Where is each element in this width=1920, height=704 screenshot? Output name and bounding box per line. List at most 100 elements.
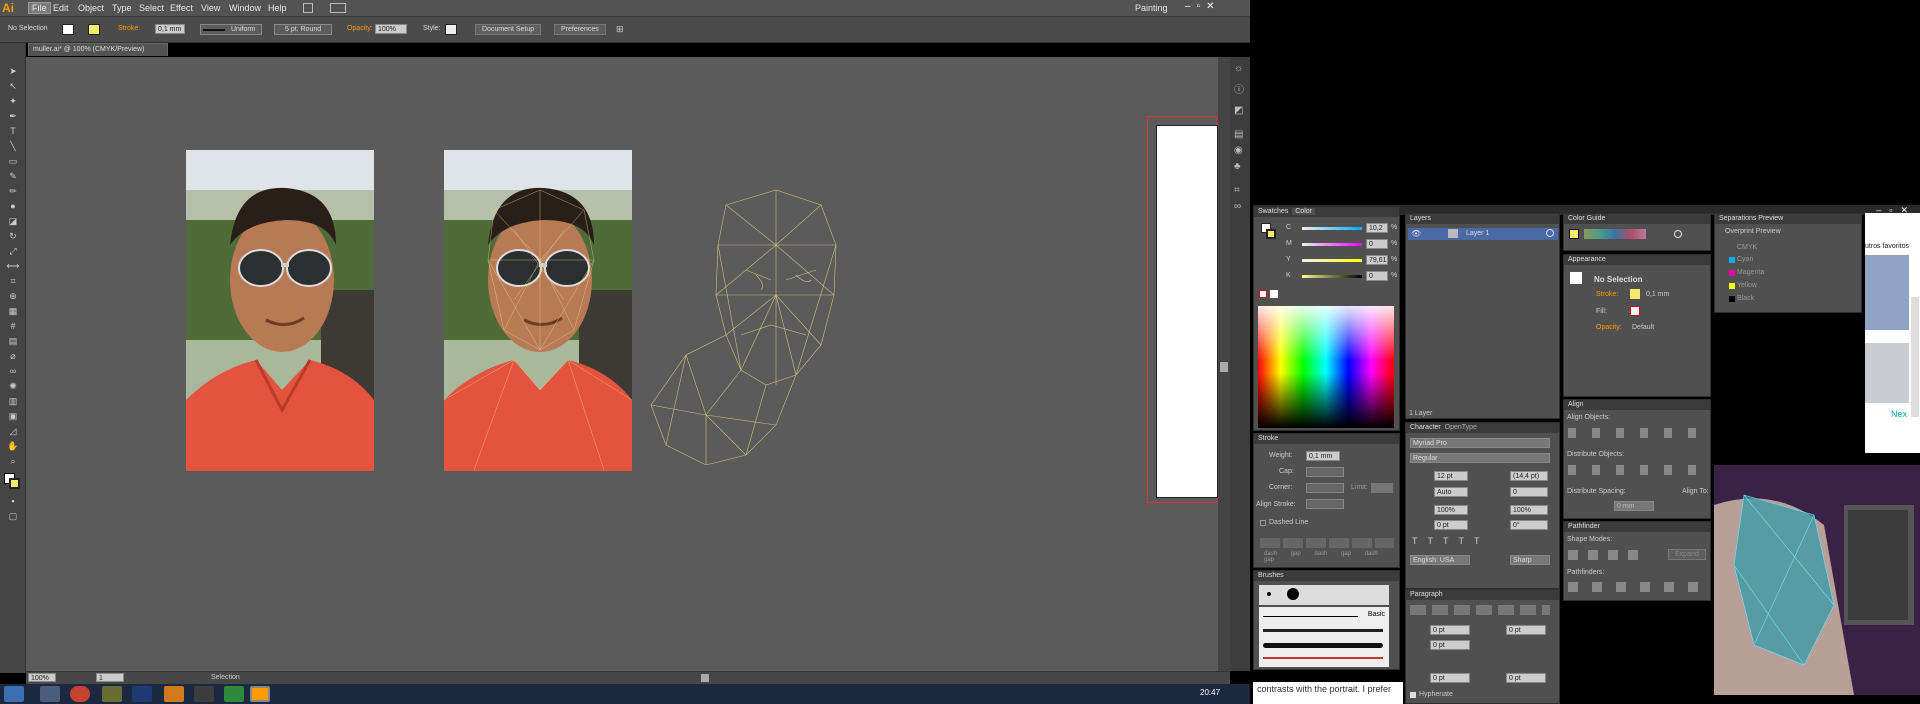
align-objects-buttons[interactable] xyxy=(1568,428,1708,438)
tab-color[interactable]: Color xyxy=(1292,208,1315,215)
none-swatch[interactable] xyxy=(1259,290,1267,298)
opacity-field[interactable]: 100% xyxy=(375,24,407,34)
anti-aliasing-select[interactable]: Sharp xyxy=(1510,555,1550,565)
dash-gap-fields[interactable] xyxy=(1260,538,1394,548)
sep-magenta[interactable]: Magenta xyxy=(1737,269,1764,276)
mesh-tool-icon[interactable]: # xyxy=(6,320,20,332)
zoom-tool-icon[interactable]: ⌕ xyxy=(6,455,20,467)
vlc-icon[interactable] xyxy=(164,686,184,702)
direct-selection-tool-icon[interactable]: ↖ xyxy=(6,80,20,92)
rotate-tool-icon[interactable]: ↻ xyxy=(6,230,20,242)
brightness-icon[interactable]: ☼ xyxy=(1234,63,1243,74)
kerning-field[interactable]: Auto xyxy=(1434,487,1468,497)
line-tool-icon[interactable]: ╲ xyxy=(6,140,20,152)
photoshop-icon[interactable] xyxy=(132,686,152,702)
bridge-icon[interactable] xyxy=(303,3,313,13)
overprint-preview-label[interactable]: Overprint Preview xyxy=(1725,228,1781,235)
space-before-field[interactable]: 0 pt xyxy=(1430,673,1470,683)
opacity-label[interactable]: Opacity: xyxy=(347,25,373,32)
appearance-opacity-label[interactable]: Opacity: xyxy=(1596,324,1622,331)
stroke-swatch[interactable] xyxy=(88,24,100,35)
menu-effect[interactable]: Effect xyxy=(170,3,193,13)
character-rotation-field[interactable]: 0° xyxy=(1510,520,1548,530)
language-select[interactable]: English: USA xyxy=(1410,555,1470,565)
width-tool-icon[interactable]: ⟷ xyxy=(6,260,20,272)
gradient-icon[interactable]: ▤ xyxy=(1234,129,1243,140)
column-graph-tool-icon[interactable]: ▥ xyxy=(6,395,20,407)
selection-tool-icon[interactable]: ➤ xyxy=(6,65,20,77)
layer-row[interactable]: 👁 Layer 1 xyxy=(1408,228,1558,240)
brush-definition[interactable]: 5 pt. Round xyxy=(274,24,332,35)
align-stroke-buttons[interactable] xyxy=(1306,499,1344,509)
menu-select[interactable]: Select xyxy=(139,3,164,13)
links-icon[interactable]: ∞ xyxy=(1234,201,1241,212)
first-line-indent-field[interactable]: 0 pt xyxy=(1430,640,1470,650)
color-spectrum[interactable] xyxy=(1258,306,1394,428)
color-mode-icon[interactable]: ▪ xyxy=(6,495,20,507)
screen-mode-icon[interactable]: ▢ xyxy=(6,510,20,522)
graphic-style-swatch[interactable] xyxy=(445,24,457,35)
vertical-scroll-thumb[interactable] xyxy=(1220,362,1228,372)
perspective-grid-tool-icon[interactable]: ▦ xyxy=(6,305,20,317)
navigator-icon[interactable]: ◩ xyxy=(1234,105,1243,116)
vertical-scrollbar[interactable] xyxy=(1218,57,1230,671)
spacing-field[interactable]: 0 mm xyxy=(1614,501,1654,511)
artboard-tool-icon[interactable]: ▣ xyxy=(6,410,20,422)
tab-swatches[interactable]: Swatches xyxy=(1258,208,1288,215)
sep-cmyk[interactable]: CMYK xyxy=(1737,244,1757,251)
variable-width-profile[interactable]: Uniform xyxy=(200,24,262,35)
magic-wand-tool-icon[interactable]: ✦ xyxy=(6,95,20,107)
document-setup-button[interactable]: Document Setup xyxy=(475,24,542,35)
pathfinder-buttons[interactable] xyxy=(1568,582,1708,592)
slice-tool-icon[interactable]: ◿ xyxy=(6,425,20,437)
menu-edit[interactable]: Edit xyxy=(53,3,69,13)
hand-tool-icon[interactable]: ✋ xyxy=(6,440,20,452)
document-tab[interactable]: muller.ai* @ 100% (CMYK/Preview) xyxy=(28,43,168,56)
brush-tips[interactable] xyxy=(1259,585,1389,605)
bridge-app-icon[interactable] xyxy=(102,686,122,702)
weight-field[interactable]: 0,1 mm xyxy=(1306,451,1340,461)
explorer-icon[interactable] xyxy=(40,686,60,702)
horizontal-scale-field[interactable]: 100% xyxy=(1510,505,1548,515)
menu-help[interactable]: Help xyxy=(268,3,287,13)
appearance-fill-swatch[interactable] xyxy=(1630,306,1640,316)
browser-scrollbar[interactable] xyxy=(1911,297,1919,417)
sep-cyan[interactable]: Cyan xyxy=(1737,256,1753,263)
distribute-objects-buttons[interactable] xyxy=(1568,465,1708,475)
white-swatch[interactable] xyxy=(1270,290,1278,298)
sep-yellow[interactable]: Yellow xyxy=(1737,282,1757,289)
horizontal-scroll-thumb[interactable] xyxy=(701,674,709,682)
cap-buttons[interactable] xyxy=(1306,467,1344,477)
brush-strokes[interactable]: Basic xyxy=(1259,607,1389,667)
app-icon-7[interactable] xyxy=(224,686,244,702)
y-slider[interactable] xyxy=(1302,259,1362,262)
menu-view[interactable]: View xyxy=(201,3,220,13)
eraser-tool-icon[interactable]: ◪ xyxy=(6,215,20,227)
menu-window[interactable]: Window xyxy=(229,3,261,13)
y-field[interactable]: 79,61 xyxy=(1366,255,1388,265)
limit-field[interactable] xyxy=(1371,483,1393,493)
k-field[interactable]: 0 xyxy=(1366,271,1388,281)
page-field[interactable]: 1 xyxy=(96,673,124,682)
stroke-label[interactable]: Stroke: xyxy=(118,25,140,32)
shape-builder-tool-icon[interactable]: ⊕ xyxy=(6,290,20,302)
tab-character[interactable]: Character xyxy=(1410,424,1441,431)
text-style-buttons[interactable]: TTTTT xyxy=(1412,536,1490,546)
base-color-swatch[interactable] xyxy=(1569,229,1579,239)
type-tool-icon[interactable]: T xyxy=(6,125,20,137)
menu-type[interactable]: Type xyxy=(112,3,132,13)
symbol-sprayer-tool-icon[interactable]: ✺ xyxy=(6,380,20,392)
workspace-switcher[interactable]: Painting xyxy=(1135,3,1168,13)
tab-opentype[interactable]: OpenType xyxy=(1445,424,1477,431)
font-style-select[interactable]: Regular xyxy=(1410,453,1550,463)
bookmarks-bar[interactable]: utros favoritos xyxy=(1865,243,1909,250)
right-indent-field[interactable]: 0 pt xyxy=(1506,625,1546,635)
illustrator-taskbar-icon[interactable] xyxy=(250,686,270,702)
pencil-tool-icon[interactable]: ✏ xyxy=(6,185,20,197)
color-group-icon[interactable] xyxy=(1674,230,1682,238)
tracking-field[interactable]: 0 xyxy=(1510,487,1548,497)
alignment-buttons[interactable] xyxy=(1410,605,1550,615)
color-stroke-swatch[interactable] xyxy=(1266,229,1276,239)
expand-button[interactable]: Expand xyxy=(1668,549,1706,560)
sep-black[interactable]: Black xyxy=(1737,295,1754,302)
